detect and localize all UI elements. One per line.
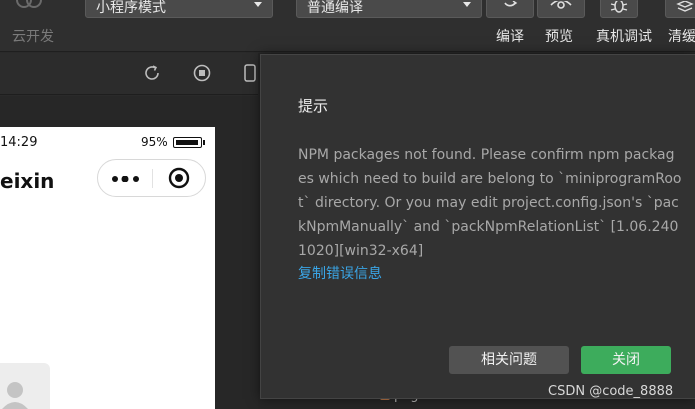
watermark: CSDN @code_8888 [548,384,674,399]
close-button[interactable]: 关闭 [581,346,671,374]
status-time: 14:29 [0,135,38,150]
battery-percent: 95% [141,135,168,149]
chevron-down-icon [254,2,262,7]
cloud-icon[interactable] [14,0,44,12]
nav-title: eixin [0,169,55,193]
avatar-icon [2,382,28,409]
avatar-card [0,363,50,409]
mode-select-value: 小程序模式 [96,0,166,16]
related-issues-button[interactable]: 相关问题 [449,346,569,374]
more-icon[interactable] [112,176,140,182]
mode-select[interactable]: 小程序模式 [85,0,273,18]
compile-button[interactable] [486,0,534,18]
copy-error-link[interactable]: 复制错误信息 [298,263,382,283]
stop-icon[interactable] [193,64,211,82]
preview-button[interactable] [537,0,585,18]
eye-icon [550,1,572,9]
refresh-icon [504,1,518,7]
dialog-message: NPM packages not found. Please confirm n… [298,147,682,259]
battery-tip [203,140,205,145]
rotate-icon[interactable] [143,64,161,82]
menu-capsule [97,159,206,197]
compile-label[interactable]: 编译 [496,26,524,46]
layers-icon [676,1,694,12]
phone-icon[interactable] [244,64,256,82]
dialog-title: 提示 [298,97,329,115]
close-miniprogram-icon[interactable] [168,167,190,189]
clear-cache-button[interactable] [665,0,695,18]
remote-debug-button[interactable] [600,0,638,18]
battery-icon [173,137,202,148]
clear-cache-label[interactable]: 清缓 [668,26,695,46]
remote-debug-label[interactable]: 真机调试 [596,26,652,46]
chevron-down-icon [463,2,471,7]
error-dialog: 提示 NPM packages not found. Please confir… [260,54,695,399]
phone-simulator[interactable]: 14:29 95% eixin [0,127,215,409]
cloud-dev-label[interactable]: 云开发 [12,26,54,46]
compile-select-value: 普通编译 [307,0,363,16]
bug-icon [610,1,628,13]
compile-mode-select[interactable]: 普通编译 [296,0,482,18]
preview-label[interactable]: 预览 [545,26,573,46]
simulator-controls [0,53,258,95]
capsule-divider [152,169,153,188]
top-toolbar: 云开发 小程序模式 普通编译 编译 预览 真机调试 清缓 [0,0,695,52]
